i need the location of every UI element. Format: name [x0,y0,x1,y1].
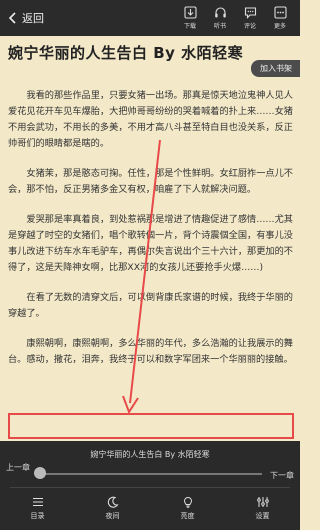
chapter-progress-slider[interactable] [40,473,262,475]
catalog-icon [32,497,43,507]
settings-label: 设置 [255,512,270,520]
brightness-label: 亮度 [180,512,195,520]
prev-chapter-button[interactable]: 上一章 [6,462,30,473]
reader-control-panel: 婉宁华丽的人生告白 By 水陌轻寒 上一章 下一章 目录 夜间 亮度 设置 [0,441,300,530]
catalog-button[interactable]: 目录 [0,491,75,521]
annotation-highlight-box [8,413,294,439]
night-mode-label: 夜间 [105,512,120,520]
next-chapter-button[interactable]: 下一章 [270,470,294,481]
settings-button[interactable]: 设置 [225,491,300,521]
divider [10,487,290,488]
catalog-label: 目录 [30,512,45,520]
night-mode-icon [107,496,119,508]
night-mode-button[interactable]: 夜间 [75,491,150,521]
bottom-nav: 目录 夜间 亮度 设置 [0,491,300,521]
settings-icon [256,497,269,507]
brightness-icon [183,496,192,508]
brightness-button[interactable]: 亮度 [150,491,225,521]
chapter-title: 婉宁华丽的人生告白 By 水陌轻寒 [90,450,210,459]
slider-thumb[interactable] [34,467,46,479]
